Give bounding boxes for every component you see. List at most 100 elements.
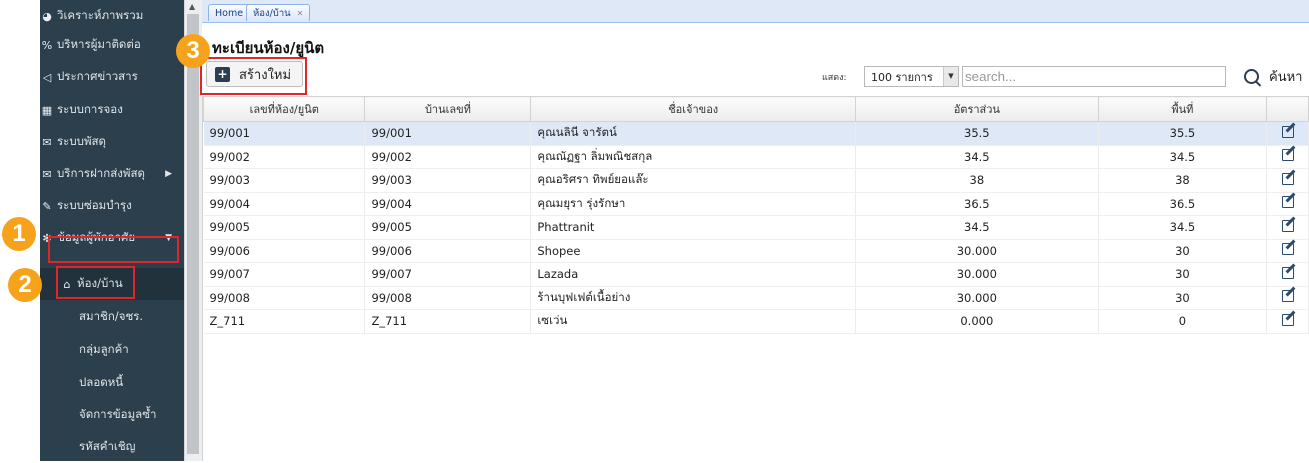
edit-icon[interactable] bbox=[1281, 196, 1294, 209]
cell-unit: 99/002 bbox=[203, 145, 366, 169]
sidebar-subitem-invite-codes[interactable]: รหัสคำเชิญ bbox=[40, 431, 184, 463]
sidebar-subitem-label: รหัสคำเชิญ bbox=[79, 439, 136, 453]
cell-owner: Phattranit bbox=[530, 215, 857, 240]
search-button[interactable]: ค้นหา bbox=[1232, 63, 1309, 89]
sidebar-item-label: ระบบซ่อมบำรุง bbox=[57, 198, 132, 212]
cell-actions bbox=[1266, 215, 1309, 240]
cell-area: 30 bbox=[1098, 286, 1268, 310]
page-size-select[interactable]: 100 รายการ ▼ bbox=[864, 66, 959, 87]
cell-unit: 99/003 bbox=[203, 168, 366, 193]
cell-actions bbox=[1266, 145, 1309, 169]
table-row[interactable]: Z_711 Z_711 เซเว่น 0.000 0 bbox=[203, 309, 1309, 334]
sidebar-item-visitors[interactable]: % บริหารผู้มาติดต่อ bbox=[40, 29, 184, 61]
tab-bar: Home ห้อง/บ้าน ✕ bbox=[202, 0, 1309, 23]
edit-icon[interactable] bbox=[1281, 290, 1294, 303]
cell-owner: Lazada bbox=[530, 262, 857, 287]
cell-ratio: 30.000 bbox=[855, 239, 1099, 263]
column-header-area[interactable]: พื้นที่ bbox=[1097, 96, 1268, 122]
sidebar-item-label: บริการฝากส่งพัสดุ bbox=[57, 166, 145, 180]
chart-icon: ◕ bbox=[42, 9, 52, 23]
tab-rooms[interactable]: ห้อง/บ้าน ✕ bbox=[246, 4, 311, 21]
cell-owner: คุณอริศรา ทิพย์ยอแล๊ะ bbox=[530, 168, 857, 193]
sidebar-subitem-label: กลุ่มลูกค้า bbox=[79, 342, 129, 356]
table-row[interactable]: 99/005 99/005 Phattranit 34.5 34.5 bbox=[203, 215, 1309, 240]
table-header-row: เลขที่ห้อง/ยูนิต บ้านเลขที่ ชื่อเจ้าของ … bbox=[202, 96, 1309, 122]
scroll-up-icon[interactable]: ▲ bbox=[189, 2, 195, 11]
column-header-house-no[interactable]: บ้านเลขที่ bbox=[364, 96, 532, 122]
scrollbar-thumb[interactable] bbox=[187, 14, 199, 454]
sidebar-item-parcel-sending[interactable]: ✉ บริการฝากส่งพัสดุ ▶ bbox=[40, 158, 184, 190]
cell-unit: 99/004 bbox=[203, 192, 366, 216]
edit-icon[interactable] bbox=[1281, 243, 1294, 256]
cell-owner: ร้านบุฟเฟต์เนื้อย่าง bbox=[530, 286, 857, 310]
table-row[interactable]: 99/001 99/001 คุณนลินี จารัตน์ 35.5 35.5 bbox=[203, 121, 1309, 146]
cell-area: 38 bbox=[1098, 168, 1268, 193]
edit-icon[interactable] bbox=[1281, 149, 1294, 162]
sidebar-item-label: ระบบพัสดุ bbox=[57, 134, 107, 148]
wrench-icon: ✎ bbox=[42, 199, 52, 213]
rooms-table: เลขที่ห้อง/ยูนิต บ้านเลขที่ ชื่อเจ้าของ … bbox=[202, 96, 1309, 334]
cell-actions bbox=[1266, 262, 1309, 287]
sidebar-item-announcements[interactable]: ◁ ประกาศข่าวสาร bbox=[40, 61, 184, 93]
page-size-value: 100 รายการ bbox=[871, 70, 933, 84]
edit-icon[interactable] bbox=[1281, 313, 1294, 326]
edit-icon[interactable] bbox=[1281, 172, 1294, 185]
search-button-label: ค้นหา bbox=[1269, 69, 1303, 85]
chevron-down-icon[interactable]: ▼ bbox=[943, 67, 958, 86]
table-row[interactable]: 99/002 99/002 คุณณัฏฐา ลิ่มพณิชสกุล 34.5 34.… bbox=[203, 145, 1309, 169]
column-header-ratio[interactable]: อัตราส่วน bbox=[855, 96, 1099, 122]
sidebar-item-label: ประกาศข่าวสาร bbox=[57, 69, 138, 83]
sidebar-item-booking[interactable]: ▦ ระบบการจอง bbox=[40, 94, 184, 126]
sidebar-item-parcels[interactable]: ✉ ระบบพัสดุ bbox=[40, 126, 184, 158]
edit-icon[interactable] bbox=[1281, 266, 1294, 279]
cell-owner: คุณณัฏฐา ลิ่มพณิชสกุล bbox=[530, 145, 857, 169]
sidebar-subitem-label: สมาชิก/จชร. bbox=[79, 309, 144, 323]
table-row[interactable]: 99/004 99/004 คุณมยุรา รุ่งรักษา 36.5 36.5 bbox=[203, 192, 1309, 216]
edit-icon[interactable] bbox=[1281, 219, 1294, 232]
cell-area: 30 bbox=[1098, 262, 1268, 287]
highlight-rooms-menu bbox=[56, 266, 135, 299]
sidebar-item-label: วิเคราะห์ภาพรวม bbox=[57, 8, 144, 22]
sidebar-item-label: ระบบการจอง bbox=[57, 102, 123, 116]
highlight-create-button bbox=[200, 57, 307, 95]
cell-area: 30 bbox=[1098, 239, 1268, 263]
cell-unit: 99/005 bbox=[203, 215, 366, 240]
sidebar-subitem-members[interactable]: สมาชิก/จชร. bbox=[40, 301, 184, 333]
cell-house-no: 99/006 bbox=[364, 239, 532, 263]
cell-ratio: 30.000 bbox=[855, 262, 1099, 287]
tab-label: Home bbox=[215, 7, 244, 19]
cell-unit: 99/006 bbox=[203, 239, 366, 263]
table-row[interactable]: 99/007 99/007 Lazada 30.000 30 bbox=[203, 262, 1309, 287]
envelope-icon: ✉ bbox=[42, 135, 52, 149]
column-header-owner[interactable]: ชื่อเจ้าของ bbox=[530, 96, 857, 122]
envelope-icon: ✉ bbox=[42, 167, 52, 181]
cell-house-no: 99/005 bbox=[364, 215, 532, 240]
sidebar-item-maintenance[interactable]: ✎ ระบบซ่อมบำรุง bbox=[40, 190, 184, 222]
search-input[interactable] bbox=[962, 66, 1226, 87]
table-row[interactable]: 99/008 99/008 ร้านบุฟเฟต์เนื้อย่าง 30.000 30 bbox=[203, 286, 1309, 310]
sidebar-subitem-duplicates[interactable]: จัดการข้อมูลซ้ำ bbox=[40, 399, 184, 431]
cell-ratio: 35.5 bbox=[855, 121, 1099, 146]
chevron-right-icon: ▶ bbox=[165, 169, 172, 179]
cell-unit: Z_711 bbox=[203, 309, 366, 334]
calendar-icon: ▦ bbox=[41, 103, 53, 117]
cell-ratio: 0.000 bbox=[855, 309, 1099, 334]
close-icon[interactable]: ✕ bbox=[297, 9, 304, 18]
cell-actions bbox=[1266, 286, 1309, 310]
sidebar-subitem-debt-free[interactable]: ปลอดหนี้ bbox=[40, 367, 184, 399]
step-badge-3: 3 bbox=[176, 34, 210, 68]
table-row[interactable]: 99/006 99/006 Shopee 30.000 30 bbox=[203, 239, 1309, 263]
sidebar-item-overview[interactable]: ◕ วิเคราะห์ภาพรวม bbox=[40, 0, 184, 32]
cell-actions bbox=[1266, 192, 1309, 216]
table-row[interactable]: 99/003 99/003 คุณอริศรา ทิพย์ยอแล๊ะ 38 38 bbox=[203, 168, 1309, 193]
sidebar-subitem-customer-groups[interactable]: กลุ่มลูกค้า bbox=[40, 334, 184, 366]
tab-home[interactable]: Home bbox=[208, 4, 251, 21]
cell-area: 0 bbox=[1098, 309, 1268, 334]
column-header-unit[interactable]: เลขที่ห้อง/ยูนิต bbox=[202, 96, 366, 122]
sidebar: ◕ วิเคราะห์ภาพรวม % บริหารผู้มาติดต่อ ◁ … bbox=[40, 0, 184, 461]
cell-ratio: 34.5 bbox=[855, 145, 1099, 169]
cell-house-no: Z_711 bbox=[364, 309, 532, 334]
cell-unit: 99/007 bbox=[203, 262, 366, 287]
sidebar-item-label: บริหารผู้มาติดต่อ bbox=[57, 37, 141, 51]
edit-icon[interactable] bbox=[1281, 125, 1294, 138]
